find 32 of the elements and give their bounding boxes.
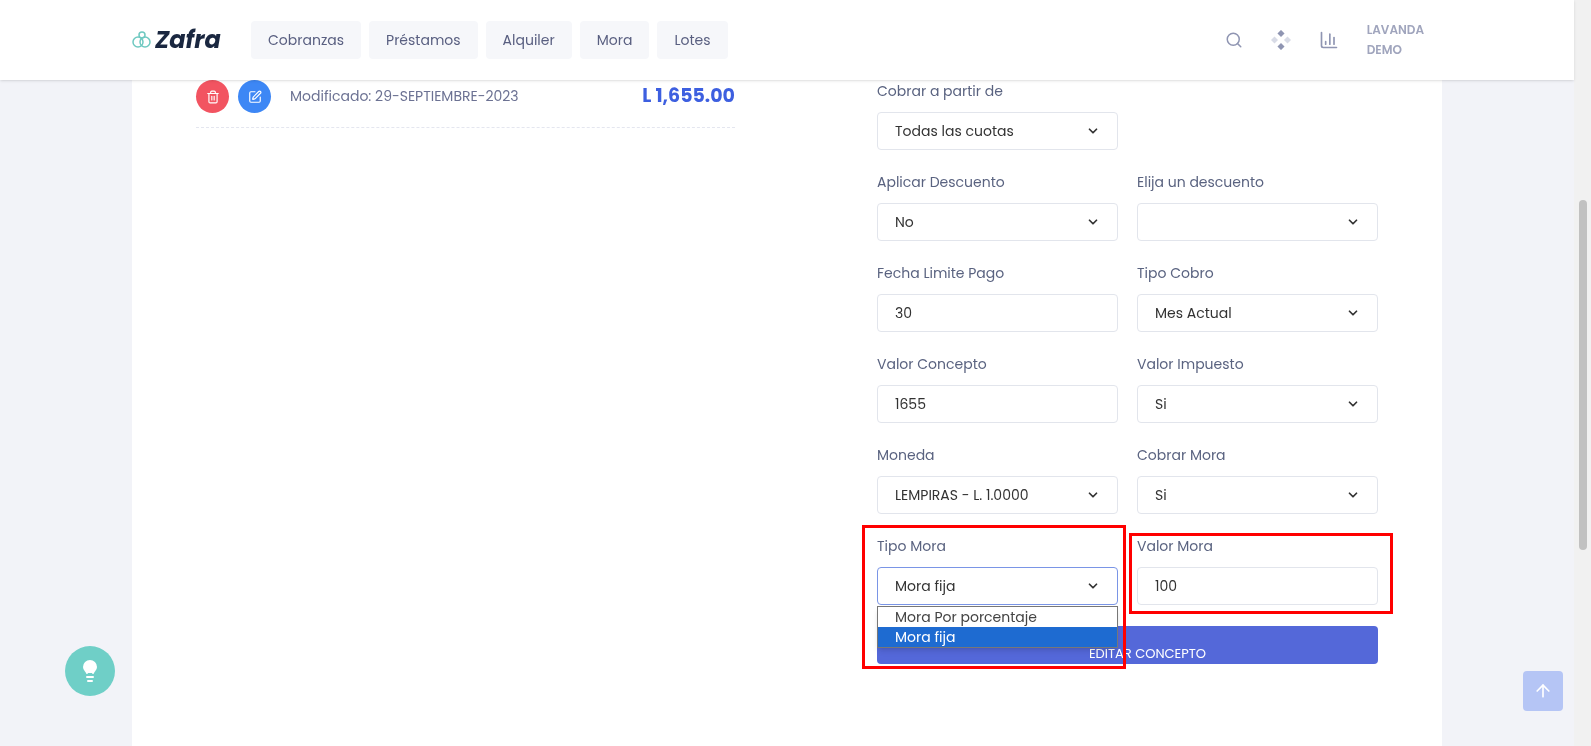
input-field[interactable]: 30 [877, 294, 1118, 332]
select-field[interactable]: Todas las cuotas [877, 112, 1118, 150]
nav-tab[interactable]: Mora [579, 21, 650, 59]
amount: L 1,655.00 [642, 82, 735, 111]
input-field[interactable]: 1655 [877, 385, 1118, 423]
field-label: Valor Impuesto [1137, 355, 1245, 373]
field-label: Cobrar a partir de [877, 82, 1004, 100]
brand-name: Zafra [155, 22, 221, 58]
field-label: Aplicar Descuento [877, 173, 1006, 191]
nav-tab[interactable]: Lotes [657, 21, 728, 59]
field-label: Elija un descuento [1137, 173, 1265, 191]
nav-tab[interactable]: Alquiler [485, 21, 572, 59]
field-label: Valor Concepto [877, 355, 988, 373]
dropdown-option[interactable]: Mora Por porcentaje [878, 607, 1117, 627]
select-field[interactable]: No [877, 203, 1118, 241]
field-label: Tipo Cobro [1137, 264, 1215, 282]
field-label: Cobrar Mora [1137, 446, 1227, 464]
select-field[interactable]: Si [1137, 385, 1378, 423]
input-field[interactable]: 100 [1137, 567, 1378, 605]
field-label: Tipo Mora [877, 537, 947, 555]
select-field[interactable]: LEMPIRAS - L. 1.0000 [877, 476, 1118, 514]
company-name: DEMO [1366, 40, 1403, 60]
select-field[interactable]: Mes Actual [1137, 294, 1378, 332]
field-label: Valor Mora [1137, 537, 1214, 555]
field-label: Fecha Limite Pago [877, 264, 1006, 282]
nav-tab[interactable]: Cobranzas [251, 21, 362, 59]
dropdown-option[interactable]: Mora fija [878, 627, 1117, 647]
field-label: Moneda [877, 446, 936, 464]
select-field[interactable]: Si [1137, 476, 1378, 514]
modified-date: Modificado: 29-SEPTIEMBRE-2023 [290, 86, 519, 107]
nav-tab[interactable]: Préstamos [369, 21, 478, 59]
select-field[interactable]: Mora fija [877, 567, 1118, 605]
